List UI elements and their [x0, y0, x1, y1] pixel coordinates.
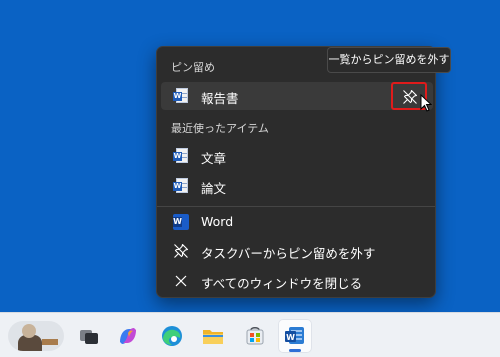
- word-document-icon: W: [173, 148, 189, 164]
- copilot-button[interactable]: [111, 319, 145, 353]
- close-all-label: すべてのウィンドウを閉じる: [201, 276, 363, 291]
- unpin-icon: [173, 243, 189, 259]
- microsoft-store-button[interactable]: [238, 319, 272, 353]
- store-icon: [246, 327, 264, 345]
- widgets-button[interactable]: [8, 321, 64, 351]
- word-document-icon: W: [173, 88, 189, 104]
- app-name-label: Word: [201, 214, 234, 229]
- edge-button[interactable]: [155, 319, 189, 353]
- file-explorer-button[interactable]: [196, 319, 230, 353]
- word-document-icon: W: [173, 178, 189, 194]
- recent-section-header: 最近使ったアイテム: [171, 122, 269, 135]
- close-icon: [173, 273, 189, 289]
- edge-icon: [162, 326, 182, 346]
- recent-item-thesis[interactable]: W 論文: [161, 172, 433, 200]
- recent-item-label: 文章: [201, 151, 227, 166]
- pinned-item-label: 報告書: [201, 91, 239, 106]
- active-indicator: [289, 349, 301, 352]
- copilot-icon: [120, 328, 136, 344]
- unpin-icon: [403, 89, 418, 104]
- word-jump-list: ピン留め W 報告書 最近使ったアイテム W 文章 W 論文 W Word タス…: [156, 46, 436, 298]
- svg-text:W: W: [286, 333, 295, 342]
- recent-item-label: 論文: [201, 181, 227, 196]
- unpin-taskbar-label: タスクバーからピン留めを外す: [201, 246, 376, 261]
- menu-divider: [157, 206, 435, 207]
- folder-icon: [203, 330, 223, 344]
- unpin-from-taskbar-item[interactable]: タスクバーからピン留めを外す: [161, 237, 433, 265]
- close-all-windows-item[interactable]: すべてのウィンドウを閉じる: [161, 267, 433, 295]
- word-app-icon: W: [285, 327, 304, 344]
- recent-item-document[interactable]: W 文章: [161, 142, 433, 170]
- pinned-section-header: ピン留め: [171, 61, 215, 74]
- word-app-icon: W: [173, 214, 189, 230]
- taskbar: W: [0, 312, 500, 357]
- mouse-cursor-icon: [420, 94, 432, 112]
- task-view-icon: [80, 330, 98, 344]
- open-word-app-item[interactable]: W Word: [161, 208, 433, 236]
- unpin-tooltip: 一覧からピン留めを外す: [327, 47, 451, 73]
- word-taskbar-button[interactable]: W: [278, 319, 312, 353]
- task-view-button[interactable]: [72, 319, 106, 353]
